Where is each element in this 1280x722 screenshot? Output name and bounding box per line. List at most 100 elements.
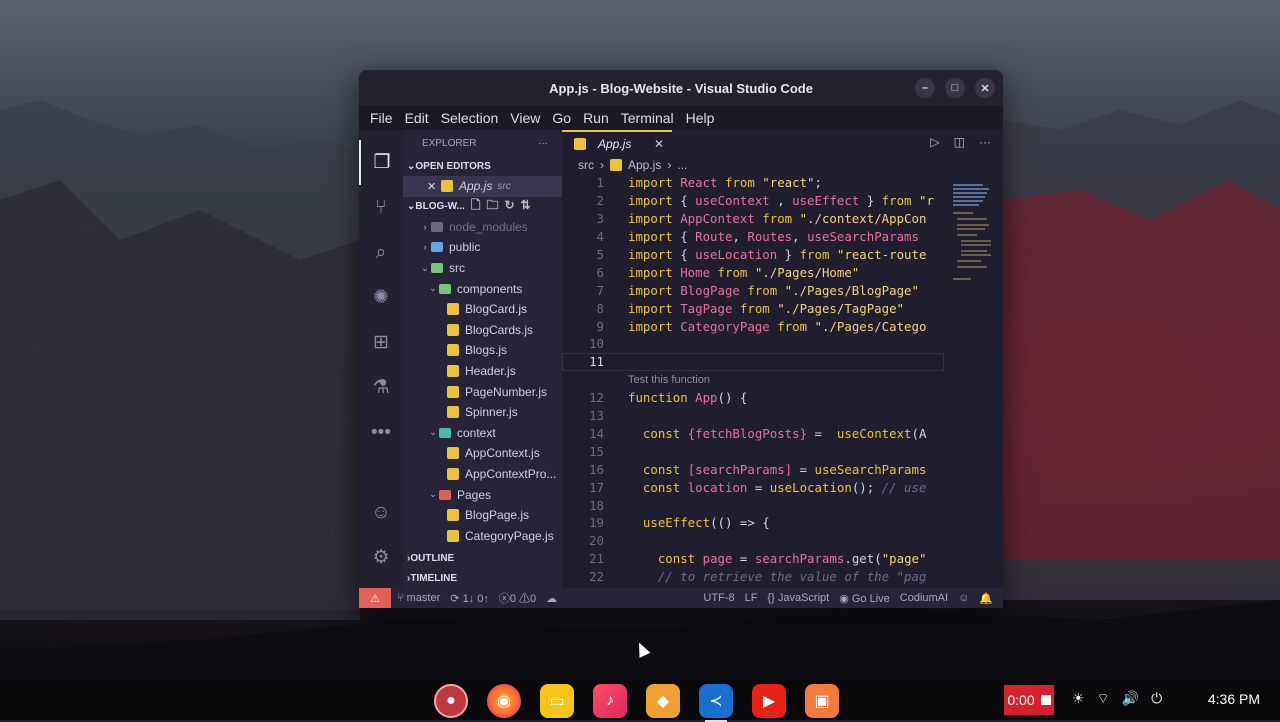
breadcrumb-more[interactable]: ... [677, 158, 687, 172]
code-token: (() => { [710, 515, 770, 531]
split-editor-icon[interactable]: ◫ [954, 135, 965, 149]
extensions-icon[interactable]: ⊞ [359, 320, 403, 365]
firefox-app-icon[interactable]: ◉ [487, 684, 521, 718]
code-editor[interactable]: 1 import React from "react"; 2 import { us… [562, 174, 944, 586]
menu-help[interactable]: Help [680, 110, 721, 126]
file-item[interactable]: BlogPage.js [403, 505, 562, 526]
close-editor-icon[interactable]: ✕ [427, 180, 441, 193]
file-item[interactable]: BlogCard.js [403, 299, 562, 320]
testing-icon[interactable]: ⚗ [359, 365, 403, 410]
broadcast-icon[interactable]: ☁ [546, 592, 557, 605]
codiumai-status[interactable]: CodiumAI [900, 592, 948, 604]
folder-item[interactable]: ⌄ src [403, 258, 562, 279]
problems-status[interactable]: ⓧ0 ⚠0 [499, 590, 536, 606]
go-live-status[interactable]: ◉ Go Live [839, 592, 890, 605]
menu-go[interactable]: Go [546, 110, 577, 126]
chevron-down-icon: ⌄ [421, 262, 429, 273]
folder-item[interactable]: ⌄ components [403, 278, 562, 299]
menu-run[interactable]: Run [577, 110, 615, 126]
folder-item[interactable]: ⌄ Pages [403, 484, 562, 505]
volume-icon[interactable]: 🔊 [1122, 690, 1139, 708]
open-editor-hint: src [497, 180, 511, 192]
music-app-icon[interactable]: ♪ [593, 684, 627, 718]
youtube-app-icon[interactable]: ▶ [752, 684, 786, 718]
file-item[interactable]: Spinner.js [403, 402, 562, 423]
code-token: useSearchParams [814, 461, 927, 477]
open-editors-section[interactable]: ⌄ OPEN EDITORS [403, 156, 562, 176]
line-number: 1 [596, 175, 604, 191]
code-token: const [642, 461, 688, 477]
screen-recorder-app-icon[interactable]: ● [434, 684, 468, 718]
source-control-icon[interactable]: ⑂ [359, 185, 403, 230]
explorer-actions[interactable]: 🗋🗀↻⇅ [471, 196, 537, 217]
notifications-bell-icon[interactable]: 🔔 [979, 592, 993, 605]
code-token: "./Pages/Catego [814, 318, 927, 334]
menu-bar: File Edit Selection View Go Run Terminal… [359, 106, 1003, 130]
encoding-status[interactable]: UTF-8 [703, 592, 734, 604]
files-app-icon[interactable]: ▭ [540, 684, 574, 718]
folder-item[interactable]: › public [403, 237, 562, 258]
file-item[interactable]: AppContext.js [403, 443, 562, 464]
outline-section[interactable]: › OUTLINE [403, 548, 562, 568]
run-icon[interactable]: ▷ [930, 135, 939, 149]
file-item[interactable]: PageNumber.js [403, 381, 562, 402]
feedback-icon[interactable]: ☺ [958, 592, 969, 604]
close-button[interactable]: ✕ [975, 78, 995, 98]
menu-terminal[interactable]: Terminal [615, 110, 680, 126]
file-item[interactable]: AppContextPro... [403, 464, 562, 485]
search-icon[interactable]: ⌕ [359, 230, 403, 275]
folder-item[interactable]: ⌄ context [403, 423, 562, 444]
folder-item[interactable]: › node_modules [403, 217, 562, 238]
menu-view[interactable]: View [504, 110, 546, 126]
close-tab-icon[interactable]: ✕ [654, 137, 664, 151]
account-icon[interactable]: ☺ [359, 490, 403, 535]
eol-status[interactable]: LF [745, 592, 758, 604]
vscode-app-icon[interactable]: ≺ [699, 684, 733, 722]
code-token: from [732, 300, 778, 316]
more-icon[interactable]: ••• [359, 410, 403, 455]
js-file-icon [447, 406, 459, 419]
power-icon[interactable]: ⏻ [1151, 690, 1162, 708]
file-item[interactable]: CategoryPage.js [403, 526, 562, 547]
language-status[interactable]: {} JavaScript [767, 592, 829, 604]
brave-app-icon[interactable]: ◆ [646, 684, 680, 718]
explorer-icon[interactable]: ❐ [359, 140, 403, 185]
file-item[interactable]: BlogCards.js [403, 320, 562, 341]
minimap[interactable] [953, 182, 991, 292]
project-section[interactable]: ⌄ BLOG-W... 🗋🗀↻⇅ [403, 197, 562, 217]
menu-edit[interactable]: Edit [399, 110, 435, 126]
remote-indicator[interactable]: ⚠ [359, 588, 391, 608]
brightness-icon[interactable]: ☀ [1072, 690, 1085, 708]
store-app-icon[interactable]: ▣ [805, 684, 839, 718]
file-item[interactable]: Header.js [403, 361, 562, 382]
minimize-button[interactable]: – [915, 78, 935, 98]
stop-recording-icon[interactable] [1040, 695, 1051, 705]
tab-label: App.js [598, 137, 632, 151]
debug-icon[interactable]: ✺ [359, 275, 403, 320]
recording-indicator[interactable]: 0:00 [1004, 685, 1054, 715]
branch-status[interactable]: ⑂ master [397, 592, 440, 604]
explorer-more-button[interactable]: ··· [538, 138, 548, 149]
code-token: from [881, 193, 919, 209]
tab-app-js[interactable]: App.js ✕ [562, 130, 672, 156]
breadcrumb-src[interactable]: src [578, 158, 594, 172]
menu-selection[interactable]: Selection [435, 110, 505, 126]
settings-gear-icon[interactable]: ⚙ [359, 535, 403, 580]
more-actions-icon[interactable]: ··· [979, 135, 991, 149]
maximize-button[interactable]: □ [945, 78, 965, 98]
codelens-test-function[interactable]: Test this function [562, 371, 944, 389]
title-bar[interactable]: App.js - Blog-Website - Visual Studio Co… [359, 70, 1003, 106]
tree-item-label: node_modules [449, 219, 528, 234]
menu-file[interactable]: File [364, 110, 399, 126]
file-item[interactable]: Blogs.js [403, 340, 562, 361]
breadcrumb-file[interactable]: App.js [628, 158, 661, 172]
code-token: import [628, 211, 681, 227]
timeline-section[interactable]: › TIMELINE [403, 568, 562, 588]
open-editor-item[interactable]: ✕ App.js src [403, 176, 562, 197]
sync-status[interactable]: ⟳ 1↓ 0↑ [450, 592, 489, 605]
folder-icon [439, 283, 451, 294]
wifi-icon[interactable]: ⌔ [1097, 690, 1110, 708]
clock[interactable]: 4:36 PM [1208, 691, 1260, 707]
code-token: , [792, 229, 808, 245]
